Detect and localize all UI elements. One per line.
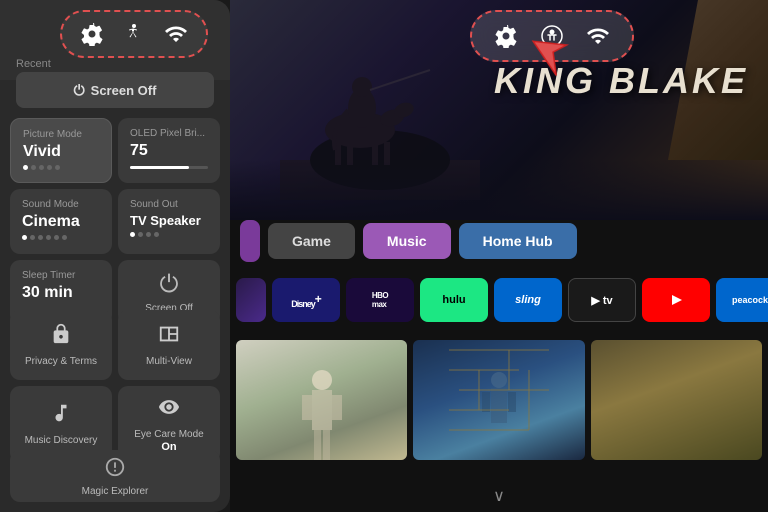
thumbnail-3-maze: [591, 340, 762, 460]
screen-off-icon-small: ⏻: [160, 271, 179, 299]
sound-out-dots: [130, 232, 208, 237]
oled-slider: [130, 166, 208, 169]
music-label: Music Discovery: [25, 434, 98, 447]
tv-screen: KING BLAKE Game Music Home Hub Disney+ H…: [230, 0, 768, 512]
screen-off-button[interactable]: ⏻ Screen Off: [16, 72, 214, 108]
sound-mode-card[interactable]: Sound Mode Cinema: [10, 189, 112, 254]
youtube-logo: [658, 288, 694, 312]
home-hub-tab[interactable]: Home Hub: [459, 223, 577, 259]
privacy-terms-item[interactable]: Privacy & Terms: [10, 310, 112, 380]
peacock-icon[interactable]: peacock: [716, 278, 768, 322]
dot: [39, 165, 44, 170]
oled-value: 75: [130, 142, 208, 160]
power-icon: ⏻: [74, 82, 85, 99]
settings-panel: Recent ⏻ Screen Off Picture Mode Vivid O…: [0, 0, 230, 512]
settings-grid: Picture Mode Vivid OLED Pixel Bri... 75 …: [10, 118, 220, 325]
dot: [38, 235, 43, 240]
dot: [22, 235, 27, 240]
screen-off-label: Screen Off: [91, 83, 157, 98]
youtube-icon[interactable]: [642, 278, 710, 322]
sound-out-card[interactable]: Sound Out TV Speaker: [118, 189, 220, 254]
bottom-grid: Privacy & Terms Multi-View Music Discove…: [10, 310, 220, 463]
hero-fade: [230, 160, 768, 220]
eye-care-icon: [158, 396, 180, 424]
music-tab[interactable]: Music: [363, 223, 451, 259]
content-thumbnails: [230, 340, 768, 460]
multi-view-icon: [158, 323, 180, 351]
partial-app-icon: [236, 278, 266, 322]
apple-tv-icon[interactable]: ▶ tv: [568, 278, 636, 322]
privacy-label: Privacy & Terms: [25, 355, 97, 368]
dot: [154, 232, 159, 237]
hulu-icon[interactable]: hulu: [420, 278, 488, 322]
picture-mode-label: Picture Mode: [23, 129, 99, 140]
sleep-label: Sleep Timer: [22, 270, 100, 281]
partial-tab: [240, 220, 260, 262]
picture-mode-value: Vivid: [23, 143, 99, 161]
sleep-value: 30 min: [22, 284, 100, 302]
sound-out-value: TV Speaker: [130, 213, 208, 228]
sound-out-label: Sound Out: [130, 199, 208, 210]
dot: [138, 232, 143, 237]
dot: [130, 232, 135, 237]
game-tab[interactable]: Game: [268, 223, 355, 259]
dot: [47, 165, 52, 170]
multi-view-label: Multi-View: [146, 355, 192, 368]
oled-brightness-card[interactable]: OLED Pixel Bri... 75: [118, 118, 220, 183]
dot: [30, 235, 35, 240]
recent-label: Recent: [16, 58, 51, 70]
thumbnail-3[interactable]: [591, 340, 762, 460]
app-row: Disney+ HBOmax hulu sling ▶ tv peacock p…: [230, 278, 768, 322]
oled-label: OLED Pixel Bri...: [130, 128, 208, 139]
sling-icon[interactable]: sling: [494, 278, 562, 322]
magic-explorer-icon: [104, 456, 126, 484]
scroll-indicator[interactable]: ∨: [493, 486, 505, 506]
gear-icon-left[interactable]: [78, 20, 106, 48]
sound-mode-label: Sound Mode: [22, 199, 100, 210]
dot: [55, 165, 60, 170]
dot: [62, 235, 67, 240]
settings-pill-left: [60, 10, 208, 58]
picture-mode-dots: [23, 165, 99, 170]
sound-mode-dots: [22, 235, 100, 240]
slider-fill: [130, 166, 189, 169]
picture-mode-card[interactable]: Picture Mode Vivid: [10, 118, 112, 183]
accessibility-icon-left[interactable]: [120, 20, 148, 48]
wifi-icon-left[interactable]: [162, 20, 190, 48]
dot: [46, 235, 51, 240]
lock-icon: [50, 323, 72, 351]
hbo-max-icon[interactable]: HBOmax: [346, 278, 414, 322]
gear-icon-center[interactable]: [492, 22, 520, 50]
eye-care-label: Eye Care Mode: [134, 428, 203, 441]
multi-view-item[interactable]: Multi-View: [118, 310, 220, 380]
dot: [23, 165, 28, 170]
dot: [31, 165, 36, 170]
wifi-icon-center[interactable]: [584, 22, 612, 50]
sound-mode-value: Cinema: [22, 213, 100, 231]
dot: [54, 235, 59, 240]
magic-explorer-label: Magic Explorer: [82, 486, 149, 497]
music-icon: [50, 402, 72, 430]
magic-explorer-item[interactable]: Magic Explorer: [10, 450, 220, 502]
category-tabs: Game Music Home Hub: [230, 220, 768, 262]
dot: [146, 232, 151, 237]
disney-plus-icon[interactable]: Disney+: [272, 278, 340, 322]
hero-title: KING BLAKE: [494, 60, 748, 102]
